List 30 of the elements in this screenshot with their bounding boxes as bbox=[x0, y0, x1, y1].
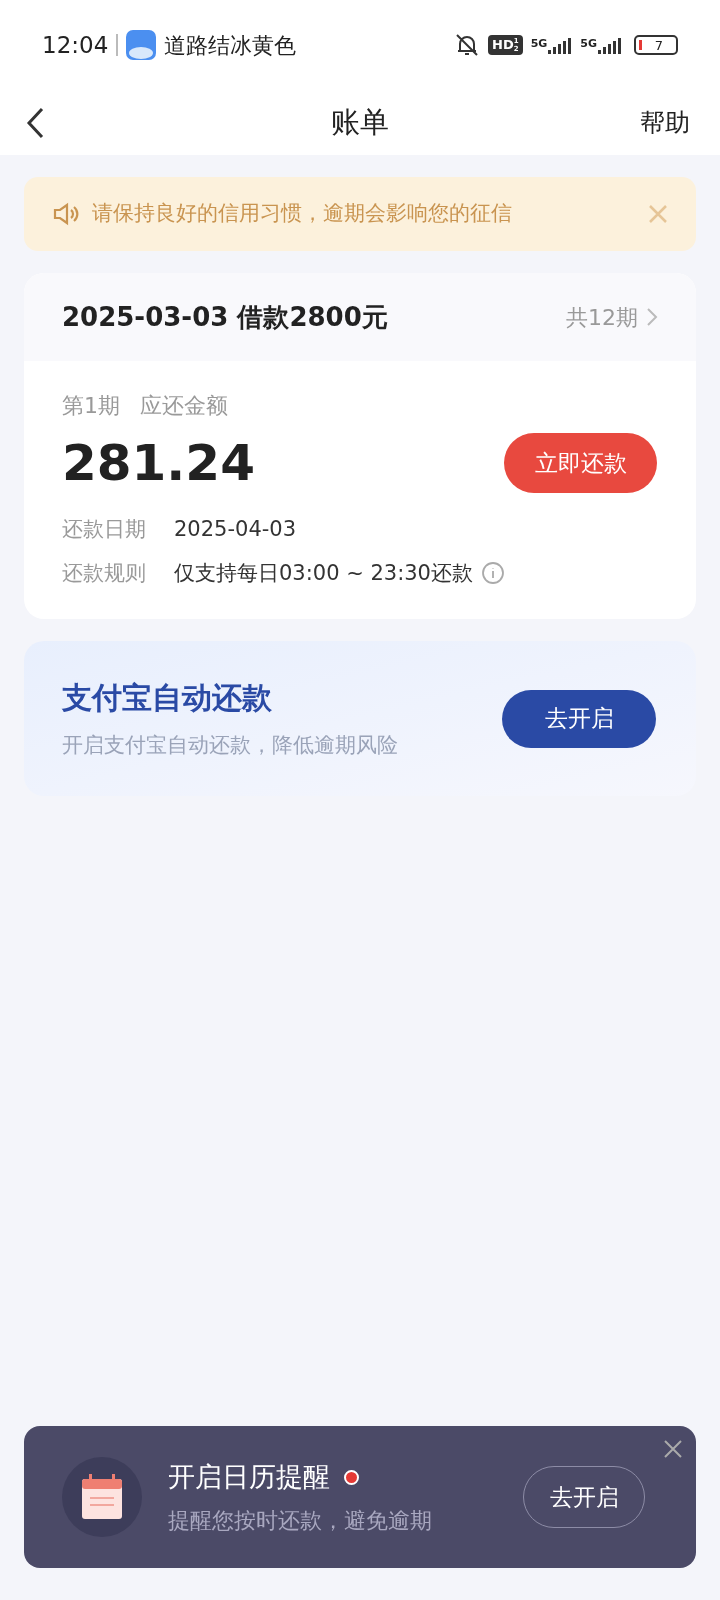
signal-icon bbox=[598, 36, 622, 54]
reminder-title: 开启日历提醒 bbox=[168, 1460, 330, 1495]
detail-label: 还款日期 bbox=[62, 516, 147, 543]
loan-title: 2025-03-03 借款2800元 bbox=[62, 300, 388, 334]
auto-repay-title: 支付宝自动还款 bbox=[62, 679, 273, 718]
pay-now-button[interactable]: 立即还款 bbox=[504, 433, 657, 493]
detail-label: 还款规则 bbox=[62, 559, 147, 587]
amount-label: 应还金额 bbox=[140, 392, 228, 420]
period-label: 第1期 bbox=[62, 392, 120, 420]
network-label: 5G bbox=[580, 36, 597, 52]
amount-due: 281.24 bbox=[62, 433, 255, 494]
notification-text: 道路结冰黄色 bbox=[164, 31, 297, 60]
signal-icon bbox=[548, 36, 573, 54]
chevron-right-icon bbox=[646, 307, 658, 327]
info-icon[interactable] bbox=[481, 561, 505, 586]
help-link[interactable]: 帮助 bbox=[640, 103, 690, 142]
enable-auto-repay-button[interactable]: 去开启 bbox=[502, 689, 656, 748]
detail-value: 2025-04-03 bbox=[174, 516, 297, 543]
calendar-icon bbox=[62, 1457, 142, 1537]
network-label: 5G bbox=[530, 36, 548, 52]
page-title: 账单 bbox=[331, 103, 389, 141]
close-icon[interactable] bbox=[664, 1440, 682, 1458]
speaker-icon bbox=[52, 201, 80, 227]
battery-icon: 7 bbox=[634, 35, 678, 55]
reminder-subtitle: 提醒您按时还款，避免逾期 bbox=[168, 1506, 433, 1535]
status-time: 12:04 bbox=[42, 30, 109, 60]
notice-text: 请保持良好的信用习惯，逾期会影响您的征信 bbox=[92, 200, 513, 228]
detail-value: 仅支持每日03:00 ~ 23:30还款 bbox=[174, 559, 473, 587]
weather-app-icon bbox=[126, 30, 157, 60]
auto-repay-subtitle: 开启支付宝自动还款，降低逾期风险 bbox=[62, 732, 398, 760]
